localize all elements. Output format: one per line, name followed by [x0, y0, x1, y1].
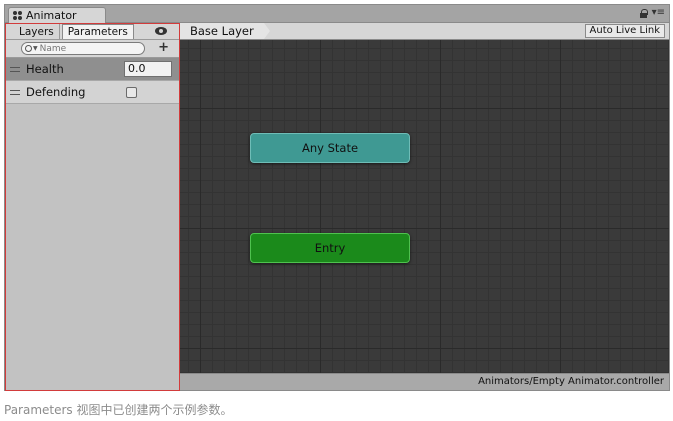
search-input[interactable]: ▼ Name	[21, 42, 145, 55]
tab-parameters[interactable]: Parameters	[61, 24, 134, 39]
eye-icon[interactable]	[155, 27, 167, 35]
search-placeholder: Name	[39, 43, 67, 54]
animator-window: Animator ▾≡ Layers Parameters ▼ Name + H…	[4, 4, 670, 391]
drag-handle-icon[interactable]	[10, 66, 20, 72]
parameter-name: Health	[26, 62, 64, 76]
parameter-name: Defending	[26, 85, 86, 99]
lock-icon[interactable]	[639, 8, 648, 18]
animator-window-tab[interactable]: Animator	[8, 7, 106, 23]
defending-checkbox[interactable]	[126, 87, 137, 98]
window-menu-icon[interactable]: ▾≡	[652, 8, 665, 18]
search-row: ▼ Name +	[6, 40, 179, 58]
drag-handle-icon[interactable]	[10, 89, 20, 95]
figure-caption: Parameters 视图中已创建两个示例参数。	[4, 403, 233, 417]
entry-node[interactable]: Entry	[250, 233, 410, 263]
panel-tabs: Layers Parameters	[6, 24, 179, 40]
graph-toolbar: Base Layer Auto Live Link	[180, 23, 669, 40]
any-state-node[interactable]: Any State	[250, 133, 410, 163]
add-parameter-button[interactable]: +	[158, 41, 169, 55]
controller-path: Animators/Empty Animator.controller	[180, 373, 669, 390]
window-controls: ▾≡	[639, 8, 665, 18]
animator-icon	[13, 10, 23, 21]
parameter-row-health[interactable]: Health 0.0	[6, 58, 179, 81]
parameters-panel: Layers Parameters ▼ Name + Health 0.0 De…	[5, 23, 180, 391]
search-icon	[25, 45, 32, 52]
state-graph[interactable]: Any State Entry	[180, 40, 669, 373]
auto-live-link-button[interactable]: Auto Live Link	[584, 24, 665, 38]
breadcrumb-base-layer[interactable]: Base Layer	[180, 23, 270, 39]
search-dropdown-icon[interactable]: ▼	[33, 45, 38, 52]
tab-layers[interactable]: Layers	[14, 24, 60, 39]
health-value-field[interactable]: 0.0	[124, 61, 172, 77]
window-title: Animator	[26, 9, 77, 22]
window-tabstrip: Animator ▾≡	[5, 5, 669, 23]
parameter-row-defending[interactable]: Defending	[6, 81, 179, 104]
